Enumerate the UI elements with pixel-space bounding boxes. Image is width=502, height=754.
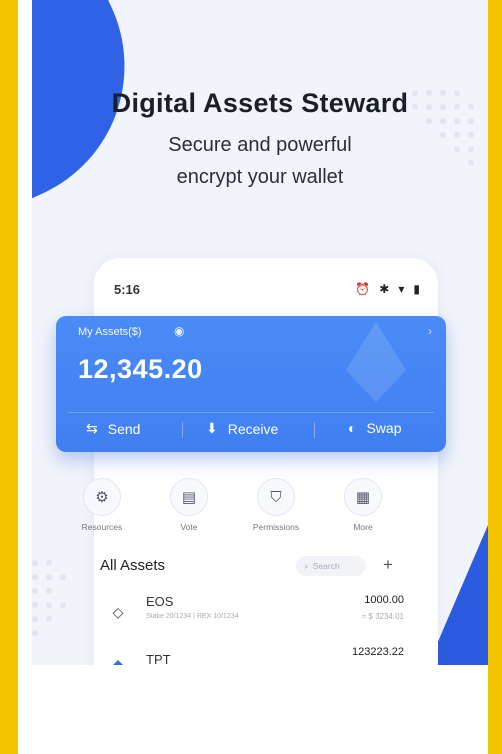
action-separator [182,422,183,438]
swap-button[interactable]: ◐ Swap [348,420,402,436]
asset-row-tpt[interactable]: ◆ TPT 123223.22 [100,646,406,665]
receive-icon: ⬇ [206,420,218,436]
resources-icon: ⚙ [83,478,121,516]
promo-headline: Digital Assets Steward [111,88,409,118]
asset-row-eos[interactable]: ◇ EOS Stake 20/1234 | REX 10/1234 1000.0… [100,594,406,638]
shortcut-more[interactable]: ▦ More [323,478,403,532]
battery-icon: ▮ [413,282,420,296]
shortcut-label: Resources [81,522,123,532]
card-divider [68,412,434,413]
swap-icon: ◐ [348,420,357,436]
eos-watermark-icon [346,322,406,402]
receive-label: Receive [227,420,279,437]
vote-icon: ▤ [170,478,208,516]
receive-button[interactable]: ⬇ Receive [206,420,278,437]
send-label: Send [107,420,141,437]
asset-balance: 1000.00 [364,594,404,606]
bottom-blank-area [18,665,488,754]
asset-balance: 123223.22 [352,646,404,658]
search-placeholder: Search [312,561,340,571]
total-assets-amount: 12,345.20 [78,354,203,384]
asset-name: TPT [146,652,171,665]
asset-name: EOS [146,594,174,609]
asset-fiat-value: ≈ $ 3234.01 [361,612,404,621]
action-separator [314,422,315,438]
send-icon: ⇆ [86,420,98,436]
add-asset-button[interactable]: + [383,555,393,575]
search-icon: ⌕ [304,560,309,571]
all-assets-title: All Assets [100,557,166,574]
alarm-icon: ⏰ [355,282,371,296]
assets-label: My Assets($) [78,326,142,338]
shortcut-row: ⚙ Resources ▤ Vote ⛉ Permissions ▦ More [62,478,406,538]
decorative-dots-left [32,560,82,660]
promo-subline-2: encrypt your wallet [176,166,344,188]
outer-frame: Digital Assets Steward Secure and powerf… [0,0,502,754]
shortcut-label: Vote [180,522,198,532]
eye-icon[interactable]: ◉ [174,324,184,338]
shortcut-label: Permissions [252,522,300,532]
permissions-icon: ⛉ [257,478,295,516]
more-grid-icon: ▦ [344,478,382,516]
status-time: 5:16 [114,282,141,297]
swap-label: Swap [366,420,402,436]
shortcut-vote[interactable]: ▤ Vote [149,478,229,532]
screenshot-canvas: Digital Assets Steward Secure and powerf… [18,0,488,754]
shortcut-label: More [353,522,373,532]
bluetooth-icon: ✱ [379,282,390,296]
tpt-token-icon: ◆ [112,655,124,666]
shortcut-resources[interactable]: ⚙ Resources [62,478,142,532]
promo-subline-1: Secure and powerful [168,134,352,156]
asset-meta: Stake 20/1234 | REX 10/1234 [146,613,239,620]
eos-token-icon: ◇ [112,603,124,620]
status-bar-icons: ⏰ ✱ ▾ ▮ [355,282,420,296]
shortcut-permissions[interactable]: ⛉ Permissions [236,478,316,532]
chevron-right-icon[interactable]: › [428,324,432,338]
wifi-icon: ▾ [398,282,405,296]
asset-search-input[interactable]: ⌕ Search [296,556,366,576]
send-button[interactable]: ⇆ Send [86,420,140,437]
wallet-card[interactable]: My Assets($) ◉ › 12,345.20 ⇆ Send ⬇ Rece… [56,316,446,452]
